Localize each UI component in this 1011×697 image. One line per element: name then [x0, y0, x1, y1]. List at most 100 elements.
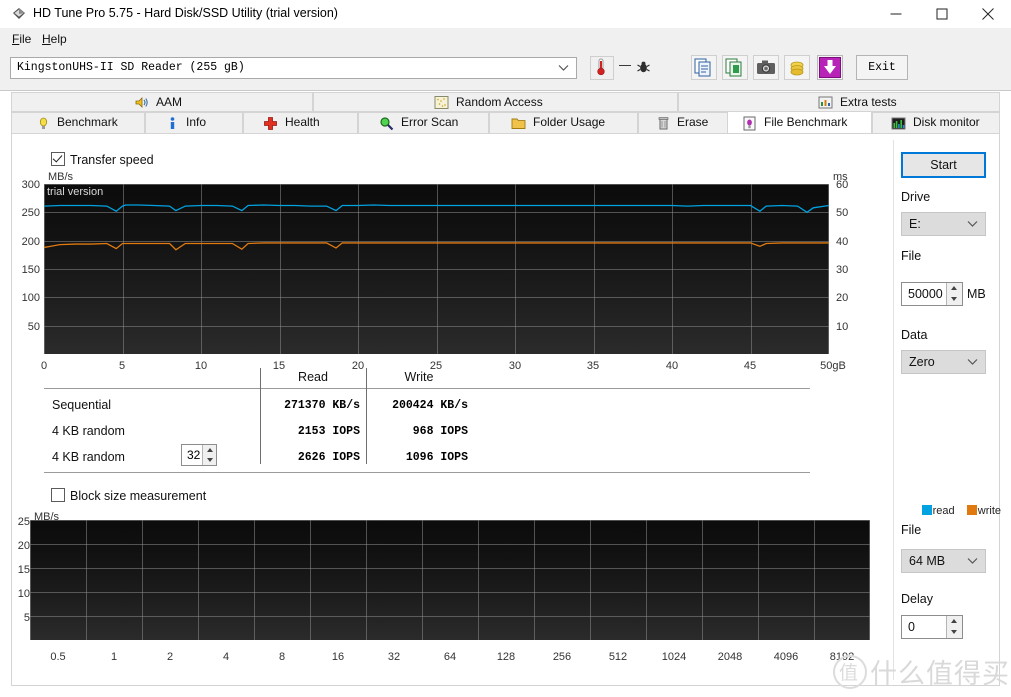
- exit-button[interactable]: Exit: [856, 55, 908, 80]
- trash-icon: [658, 117, 669, 130]
- tab-health-label: Health: [285, 115, 320, 129]
- tab-erase-label: Erase: [677, 115, 709, 129]
- results-col-read: Read: [298, 370, 328, 384]
- results-row1-label: 4 KB random: [52, 424, 125, 438]
- results-row1-read: 2153 IOPS: [297, 425, 360, 438]
- file-benchmark-icon: [743, 116, 756, 131]
- screenshot-button[interactable]: [753, 55, 779, 80]
- chevron-down-icon: [558, 65, 569, 71]
- tab-random-access[interactable]: Random Access: [313, 92, 678, 112]
- chevron-down-icon: [967, 221, 978, 227]
- tab-file-benchmark-label: File Benchmark: [764, 115, 848, 129]
- chart2-xtick-8: 128: [496, 651, 516, 663]
- tab-folder-usage[interactable]: Folder Usage: [489, 112, 638, 134]
- block-size-checkbox[interactable]: Block size measurement: [51, 488, 206, 503]
- block-size-label: Block size measurement: [70, 489, 207, 503]
- chart2-xtick-6: 32: [387, 651, 401, 663]
- chart2-xtick-4: 8: [278, 651, 286, 663]
- chart1-ytick-100: 100: [21, 292, 40, 304]
- minimize-button[interactable]: [873, 0, 919, 28]
- delay-decrement[interactable]: [947, 627, 962, 637]
- delay-stepper[interactable]: 0: [901, 615, 963, 639]
- legend-write-swatch: [966, 505, 977, 515]
- info-icon: [170, 117, 175, 129]
- random-access-icon: [434, 96, 449, 109]
- chart2-ytick-10: 10: [17, 588, 30, 600]
- tab-strip-bottom: Benchmark Info Health Error Scan Folder …: [11, 111, 1000, 134]
- tab-benchmark[interactable]: Benchmark: [11, 112, 145, 134]
- file-size-decrement[interactable]: [947, 294, 962, 304]
- chart2-xtick-10: 512: [608, 651, 628, 663]
- block-size-chart: [30, 520, 870, 640]
- download-button[interactable]: [817, 55, 843, 80]
- delay-increment[interactable]: [947, 616, 962, 626]
- tab-health[interactable]: Health: [243, 112, 358, 134]
- drive-letter-value: E:: [909, 217, 921, 231]
- results-row0-write: 200424 KB/s: [392, 399, 468, 412]
- file-size-increment[interactable]: [947, 283, 962, 293]
- chart1-ytick-300: 300: [21, 179, 40, 191]
- chart2-xtick-13: 4096: [773, 651, 799, 663]
- watermark-text: 什么值得买: [870, 659, 1010, 690]
- folder-icon: [511, 118, 526, 129]
- results-row0-label: Sequential: [52, 398, 112, 412]
- tab-aam[interactable]: AAM: [11, 92, 313, 112]
- data-pattern-select[interactable]: Zero: [901, 350, 986, 374]
- block-file-label: File: [901, 523, 922, 537]
- chart2-xtick-5: 16: [331, 651, 345, 663]
- tab-erase[interactable]: Erase: [638, 112, 738, 134]
- file-size-stepper[interactable]: 50000: [901, 282, 963, 306]
- tab-disk-monitor[interactable]: Disk monitor: [872, 112, 1000, 134]
- delay-label: Delay: [901, 592, 933, 606]
- trial-version-tag: trial version: [47, 186, 104, 198]
- queue-depth-decrement[interactable]: [203, 455, 216, 465]
- chart2-xtick-9: 256: [552, 651, 572, 663]
- legend-read-label: read: [932, 505, 955, 517]
- chart2-xtick-0: 0.5: [50, 651, 66, 663]
- bulb-icon: [39, 117, 48, 129]
- results-col-write: Write: [404, 370, 434, 384]
- tab-disk-monitor-label: Disk monitor: [913, 115, 980, 129]
- copy-to-excel-button[interactable]: [722, 55, 748, 80]
- tab-file-benchmark[interactable]: File Benchmark: [727, 111, 872, 134]
- tab-error-scan[interactable]: Error Scan: [358, 112, 489, 134]
- drive-select[interactable]: KingstonUHS-II SD Reader (255 gB): [10, 57, 577, 79]
- tab-extra-tests[interactable]: Extra tests: [678, 92, 1000, 112]
- block-file-select[interactable]: 64 MB: [901, 549, 986, 573]
- maximize-button[interactable]: [919, 0, 965, 28]
- start-button[interactable]: Start: [901, 152, 986, 178]
- chart2-legend: read write: [921, 505, 1001, 517]
- chart1-ytick-150: 150: [21, 264, 40, 276]
- transfer-speed-chart: trial version: [44, 184, 829, 354]
- drive-letter-select[interactable]: E:: [901, 212, 986, 236]
- file-size-label: File: [901, 249, 922, 263]
- close-button[interactable]: [965, 0, 1011, 28]
- watermark-mark: 值: [839, 663, 859, 684]
- queue-depth-increment[interactable]: [203, 445, 216, 455]
- drive-select-value: KingstonUHS-II SD Reader (255 gB): [17, 61, 245, 74]
- chevron-down-icon: [967, 359, 978, 365]
- temperature-value: [619, 65, 631, 66]
- queue-depth-spin-buttons: [202, 445, 216, 465]
- results-row0-read: 271370 KB/s: [284, 399, 360, 412]
- window-title: HD Tune Pro 5.75 - Hard Disk/SSD Utility…: [33, 6, 338, 20]
- chart1-series: [44, 184, 829, 354]
- data-pattern-value: Zero: [909, 355, 935, 369]
- tab-folder-usage-label: Folder Usage: [533, 115, 606, 129]
- chart1-y2tick-60: 60: [836, 179, 849, 191]
- checkbox-icon: [51, 488, 65, 502]
- menu-help[interactable]: Help: [36, 31, 73, 47]
- chart1-line-read: [44, 205, 829, 212]
- menu-file[interactable]: File: [6, 31, 37, 47]
- temperature-indicator[interactable]: [590, 56, 614, 80]
- chart1-y2tick-40: 40: [836, 236, 849, 248]
- tab-info[interactable]: Info: [145, 112, 243, 134]
- file-size-value: 50000: [908, 287, 943, 301]
- chart2-xtick-7: 64: [443, 651, 457, 663]
- folder-coins-button[interactable]: [784, 55, 810, 80]
- chart1-y2tick-30: 30: [836, 264, 849, 276]
- copy-button[interactable]: [691, 55, 717, 80]
- panel-divider: [893, 140, 894, 680]
- queue-depth-stepper[interactable]: 32: [181, 444, 217, 466]
- transfer-speed-checkbox[interactable]: Transfer speed: [51, 152, 154, 167]
